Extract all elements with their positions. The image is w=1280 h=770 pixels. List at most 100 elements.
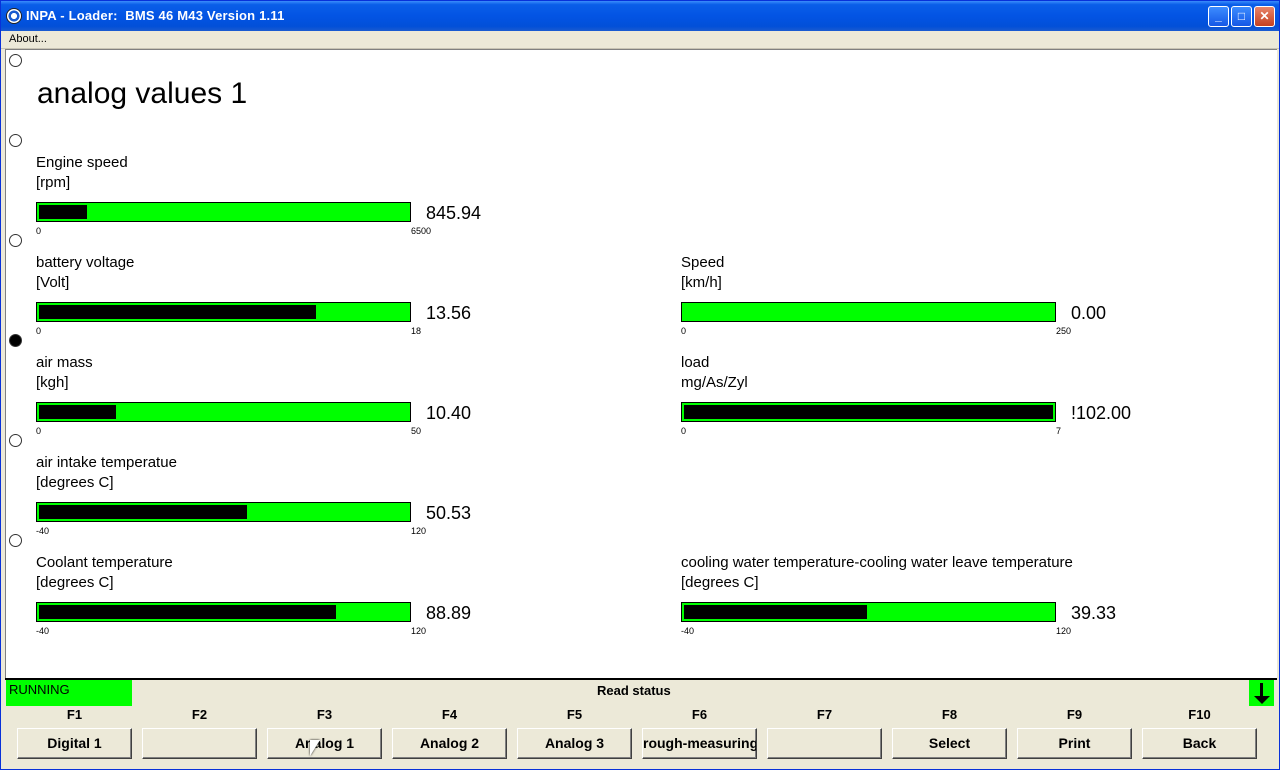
close-button[interactable]: ✕ xyxy=(1254,6,1275,27)
digital-1-button[interactable]: Digital 1 xyxy=(17,728,132,759)
page-title: analog values 1 xyxy=(37,77,248,110)
gauge-label: Engine speed xyxy=(36,154,128,171)
gauge-max: 50 xyxy=(411,426,422,436)
f2-button[interactable] xyxy=(142,728,257,759)
print-button[interactable]: Print xyxy=(1017,728,1132,759)
gauge-label: battery voltage xyxy=(36,254,135,271)
gauge-fill xyxy=(39,405,116,419)
gauge-unit: [degrees C] xyxy=(36,574,114,591)
mouse-pointer-icon xyxy=(310,740,320,756)
gauge-min: 0 xyxy=(36,326,42,336)
gauge-bar xyxy=(36,502,411,522)
analog-3-button[interactable]: Analog 3 xyxy=(517,728,632,759)
gauge-label: Speed xyxy=(681,254,725,271)
fkey-label: F4 xyxy=(441,707,458,722)
rough-measuring-button[interactable]: rough-measuring xyxy=(642,728,757,759)
gauge-air-mass: air mass [kgh] 10.40 0 50 xyxy=(36,354,506,444)
running-indicator: RUNNING xyxy=(6,680,132,706)
gauge-unit: [degrees C] xyxy=(36,474,114,491)
fkey-label: F7 xyxy=(816,707,833,722)
gauge-value: 88.89 xyxy=(426,603,472,623)
gauge-value: 13.56 xyxy=(426,303,472,323)
gauge-unit: mg/As/Zyl xyxy=(681,374,748,391)
row-indicator-radio xyxy=(9,534,22,547)
gauge-value: 10.40 xyxy=(426,403,472,423)
gauge-max: 120 xyxy=(411,526,427,536)
minimize-button[interactable]: _ xyxy=(1208,6,1229,27)
arrow-down-icon[interactable] xyxy=(1249,680,1274,706)
select-button[interactable]: Select xyxy=(892,728,1007,759)
gauge-load: load mg/As/Zyl !102.00 0 7 xyxy=(681,354,1151,444)
gauge-label: air mass xyxy=(36,354,93,371)
gauge-label: cooling water temperature-cooling water … xyxy=(681,554,1073,571)
gauge-max: 250 xyxy=(1056,326,1072,336)
gauge-unit: [km/h] xyxy=(681,274,722,291)
back-button[interactable]: Back xyxy=(1142,728,1257,759)
fkey-label: F10 xyxy=(1188,707,1211,722)
gauge-min: 0 xyxy=(681,326,687,336)
title-bar[interactable]: INPA - Loader: BMS 46 M43 Version 1.11 _… xyxy=(1,1,1279,31)
gauge-bar xyxy=(681,302,1056,322)
gauge-air-intake-temperature: air intake temperatue [degrees C] 50.53 … xyxy=(36,454,506,544)
inpa-window: INPA - Loader: BMS 46 M43 Version 1.11 _… xyxy=(0,0,1280,770)
fkey-label: F3 xyxy=(316,707,333,722)
row-indicator-radio xyxy=(9,234,22,247)
maximize-button[interactable]: □ xyxy=(1231,6,1252,27)
analog-2-button[interactable]: Analog 2 xyxy=(392,728,507,759)
gauge-value: 50.53 xyxy=(426,503,472,523)
gauge-label: air intake temperatue xyxy=(36,454,177,471)
bmw-logo-icon xyxy=(6,8,22,24)
window-title: INPA - Loader: BMS 46 M43 Version 1.11 xyxy=(26,8,285,23)
gauge-min: -40 xyxy=(681,626,695,636)
gauge-fill xyxy=(39,505,247,519)
row-indicator-radio-active xyxy=(9,334,22,347)
gauge-unit: [rpm] xyxy=(36,174,71,191)
gauge-unit: [degrees C] xyxy=(681,574,759,591)
menu-bar: About... xyxy=(1,31,1279,49)
f7-button[interactable] xyxy=(767,728,882,759)
analog-values-panel: analog values 1 Engine speed [rpm] 845.9… xyxy=(5,49,1277,678)
gauge-value: 845.94 xyxy=(426,203,482,223)
fkey-label: F1 xyxy=(66,707,83,722)
gauge-unit: [kgh] xyxy=(36,374,69,391)
gauge-max: 7 xyxy=(1056,426,1062,436)
gauge-min: -40 xyxy=(36,526,50,536)
gauge-fill xyxy=(39,205,87,219)
gauge-bar xyxy=(681,602,1056,622)
gauge-fill xyxy=(684,405,1053,419)
gauge-label: Coolant temperature xyxy=(36,554,173,571)
fkey-label: F6 xyxy=(691,707,708,722)
gauge-min: 0 xyxy=(681,426,687,436)
gauge-coolant-temperature: Coolant temperature [degrees C] 88.89 -4… xyxy=(36,554,506,644)
gauge-max: 120 xyxy=(1056,626,1072,636)
status-text: Read status xyxy=(597,683,671,698)
gauge-min: -40 xyxy=(36,626,50,636)
gauge-bar xyxy=(36,202,411,222)
gauge-value: 39.33 xyxy=(1071,603,1117,623)
gauge-cooling-water-difference: cooling water temperature-cooling water … xyxy=(681,554,1241,644)
gauge-fill xyxy=(684,605,867,619)
gauge-max: 120 xyxy=(411,626,427,636)
fkey-label: F2 xyxy=(191,707,208,722)
gauge-max: 6500 xyxy=(411,226,432,236)
menu-about[interactable]: About... xyxy=(9,33,47,45)
row-indicator-radio xyxy=(9,54,22,67)
gauge-battery-voltage: battery voltage [Volt] 13.56 0 18 xyxy=(36,254,506,344)
gauge-min: 0 xyxy=(36,226,42,236)
gauge-value: 0.00 xyxy=(1071,303,1107,323)
gauge-speed: Speed [km/h] 0.00 0 250 xyxy=(681,254,1151,344)
analog-1-button[interactable]: Analog 1 xyxy=(267,728,382,759)
gauge-bar xyxy=(36,402,411,422)
fkey-label: F9 xyxy=(1066,707,1083,722)
row-indicator-radio xyxy=(9,134,22,147)
function-key-bar: F1 Digital 1 F2 F3 Analog 1 F4 Analog 2 … xyxy=(1,706,1279,769)
row-indicator-radio xyxy=(9,434,22,447)
gauge-label: load xyxy=(681,354,710,371)
fkey-label: F5 xyxy=(566,707,583,722)
gauge-bar xyxy=(36,302,411,322)
gauge-min: 0 xyxy=(36,426,42,436)
gauge-bar xyxy=(36,602,411,622)
fkey-label: F8 xyxy=(941,707,958,722)
gauge-fill xyxy=(39,605,336,619)
gauge-value: !102.00 xyxy=(1071,403,1132,423)
